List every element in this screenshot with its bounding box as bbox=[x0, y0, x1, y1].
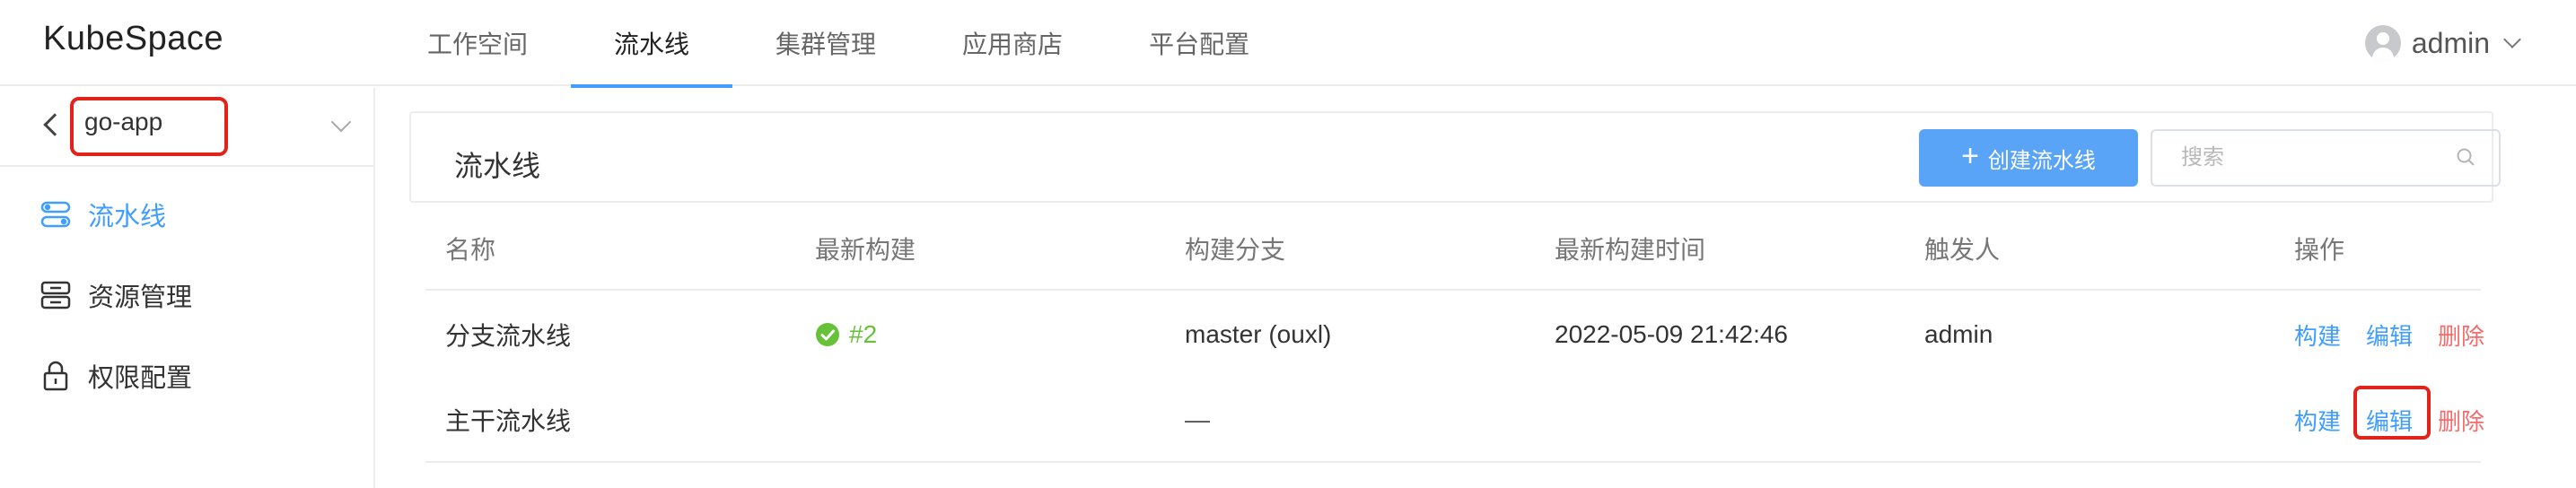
row-actions: 构建 编辑 删除 bbox=[2294, 291, 2484, 379]
search-input[interactable] bbox=[2152, 131, 2449, 185]
pipeline-panel-header: 流水线 + 创建流水线 bbox=[409, 111, 2501, 203]
create-pipeline-label: 创建流水线 bbox=[1987, 148, 2096, 173]
column-header-latest-build: 最新构建 bbox=[815, 236, 916, 264]
chevron-down-icon[interactable] bbox=[330, 111, 352, 133]
project-name: go-app bbox=[84, 108, 163, 135]
trigger-user: admin bbox=[1924, 320, 1993, 348]
delete-button[interactable]: 删除 bbox=[2438, 404, 2484, 437]
tab-cluster-management[interactable]: 集群管理 bbox=[732, 0, 919, 86]
main-nav: 工作空间 流水线 集群管理 应用商店 平台配置 bbox=[386, 0, 1292, 88]
page-title: 流水线 bbox=[454, 150, 541, 182]
table-header: 名称 最新构建 构建分支 最新构建时间 触发人 操作 bbox=[425, 208, 2481, 291]
table-row: 主干流水线 — 构建 编辑 删除 bbox=[425, 379, 2484, 463]
build-button[interactable]: 构建 bbox=[2294, 404, 2341, 437]
build-branch: master (ouxl) bbox=[1185, 320, 1332, 348]
table-row: 分支流水线 #2 master (ouxl) 2022-05-09 21:42:… bbox=[425, 291, 2484, 379]
search-box bbox=[2151, 129, 2501, 187]
pipeline-name[interactable]: 主干流水线 bbox=[445, 379, 571, 461]
tab-platform-config[interactable]: 平台配置 bbox=[1106, 0, 1292, 86]
user-name: admin bbox=[2411, 26, 2490, 59]
sidebar-item-label: 流水线 bbox=[88, 203, 167, 231]
column-header-actions: 操作 bbox=[2294, 236, 2345, 264]
tab-pipeline[interactable]: 流水线 bbox=[571, 0, 733, 88]
top-navbar: KubeSpace 工作空间 流水线 集群管理 应用商店 平台配置 admin bbox=[0, 0, 2576, 88]
edit-button-wrapper[interactable]: 编辑 bbox=[2353, 385, 2431, 440]
edit-button[interactable]: 编辑 bbox=[2366, 318, 2413, 352]
build-number: #2 bbox=[849, 320, 878, 348]
user-menu[interactable]: admin bbox=[2364, 25, 2521, 61]
column-header-trigger: 触发人 bbox=[1924, 236, 2001, 264]
create-pipeline-button[interactable]: + 创建流水线 bbox=[1919, 129, 2138, 187]
sidebar-item-label: 权限配置 bbox=[88, 364, 193, 393]
resource-icon bbox=[40, 281, 71, 309]
column-header-name: 名称 bbox=[445, 236, 496, 264]
back-arrow-icon[interactable] bbox=[43, 113, 66, 136]
row-actions: 构建 编辑 删除 bbox=[2294, 379, 2484, 461]
tab-app-store[interactable]: 应用商店 bbox=[919, 0, 1106, 86]
success-check-icon bbox=[816, 323, 839, 346]
latest-build[interactable]: #2 bbox=[815, 291, 877, 379]
column-header-build-time: 最新构建时间 bbox=[1555, 236, 1706, 264]
highlight-box-edit bbox=[2353, 385, 2431, 440]
sidebar-item-permissions[interactable]: 权限配置 bbox=[0, 336, 373, 416]
tab-workspace[interactable]: 工作空间 bbox=[386, 0, 571, 86]
lock-icon bbox=[43, 361, 68, 391]
build-time: 2022-05-09 21:42:46 bbox=[1555, 320, 1788, 348]
pipeline-icon bbox=[40, 201, 71, 228]
plus-icon: + bbox=[1961, 139, 1979, 173]
sidebar: go-app 流水线 资源管理 权限配置 bbox=[0, 88, 375, 488]
user-avatar-icon bbox=[2364, 25, 2401, 61]
sidebar-item-pipeline[interactable]: 流水线 bbox=[0, 174, 373, 255]
delete-button[interactable]: 删除 bbox=[2438, 318, 2484, 352]
column-header-branch: 构建分支 bbox=[1185, 236, 1286, 264]
search-icon[interactable] bbox=[2456, 147, 2475, 167]
sidebar-menu: 流水线 资源管理 权限配置 bbox=[0, 174, 373, 416]
sidebar-item-label: 资源管理 bbox=[88, 283, 193, 312]
build-branch: — bbox=[1185, 405, 1210, 433]
project-selector[interactable]: go-app bbox=[0, 88, 373, 167]
pipeline-name[interactable]: 分支流水线 bbox=[445, 291, 571, 379]
chevron-down-icon bbox=[2503, 30, 2521, 48]
build-button[interactable]: 构建 bbox=[2294, 318, 2341, 352]
sidebar-item-resources[interactable]: 资源管理 bbox=[0, 255, 373, 336]
brand-logo[interactable]: KubeSpace bbox=[43, 20, 223, 58]
